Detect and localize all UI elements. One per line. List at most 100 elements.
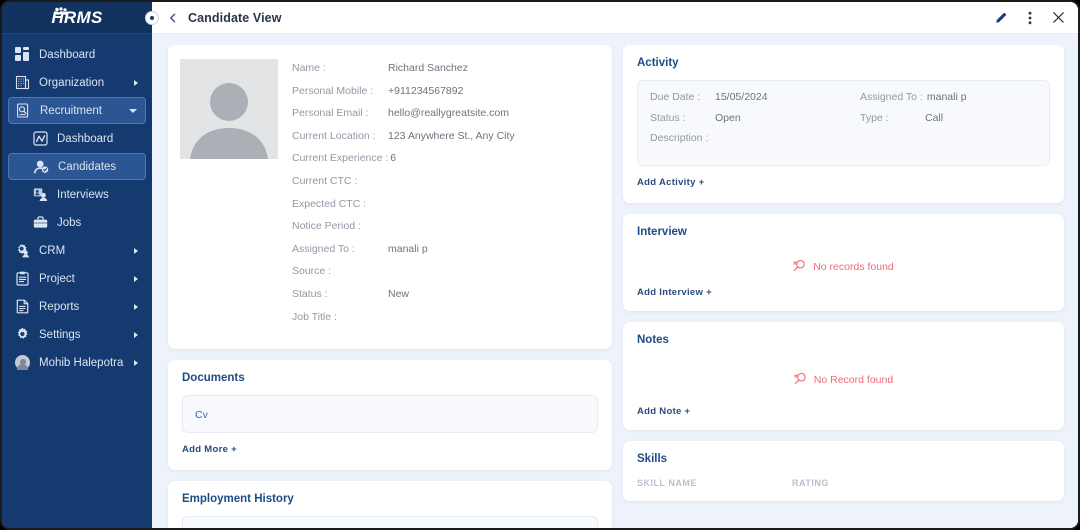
candidate-field-label: Personal Mobile : — [292, 84, 374, 97]
sidebar-item-label: Dashboard — [57, 132, 114, 145]
sidebar-logo-bar: HRMS — [2, 2, 159, 34]
chevron-right-icon[interactable] — [134, 331, 138, 338]
sidebar-item-recruitment[interactable]: Recruitment — [8, 97, 146, 124]
main-area: Candidate View Name: Richard Sanchez Pe… — [152, 2, 1078, 528]
candidate-field-value: Richard Sanchez — [388, 62, 468, 74]
documents-card: Documents Cv Add More + — [168, 360, 612, 471]
candidate-field-label: Name : — [292, 62, 326, 74]
sidebar-item-reports[interactable]: Reports — [8, 293, 146, 320]
document-item-cv[interactable]: Cv — [195, 409, 208, 421]
candidate-field-row: Assigned To : manali p — [292, 243, 598, 266]
employment-history-title: Employment History — [182, 493, 294, 506]
skills-column-rating: RATING — [792, 477, 829, 488]
candidate-field-label: Status : — [292, 287, 328, 300]
activity-status-label: Status : — [650, 111, 686, 124]
candidate-field-label: Notice Period : — [292, 220, 361, 233]
topbar-actions — [993, 10, 1066, 25]
sidebar-item-label: Settings — [39, 328, 81, 341]
candidate-field-row: Source : — [292, 265, 598, 288]
vertical-dots-icon[interactable] — [1022, 10, 1037, 25]
sidebar-item-label: Interviews — [57, 188, 109, 201]
sidebar-item-label: Project — [39, 272, 75, 285]
chart-wave-icon — [32, 130, 49, 147]
activity-status-value: Open — [715, 111, 741, 124]
candidate-field-list: Name : Richard Sanchez Personal Mobile : +9… — [292, 59, 598, 333]
sidebar-item-organization[interactable]: Organization — [8, 69, 146, 96]
sidebar-item-label: Candidates — [58, 160, 117, 173]
sidebar-item-mohib-halepotra[interactable]: Mohib Halepotra — [8, 349, 146, 376]
documents-title: Documents — [182, 372, 245, 385]
interview-empty-text: No records found — [813, 260, 894, 273]
interview-people-icon — [32, 186, 49, 203]
chevron-right-icon[interactable] — [134, 275, 138, 282]
skills-column-skill-name: SKILL NAME — [637, 477, 697, 488]
right-column: Activity Due Date : 15/05/2024 Assigned … — [623, 45, 1064, 528]
candidate-field-value: hello@reallygreatsite.com — [388, 107, 509, 120]
recruitment-search-doc-icon — [15, 102, 32, 119]
employment-history-row: Company : Borcelle Studio — [182, 516, 598, 528]
topbar: Candidate View — [152, 2, 1078, 34]
add-more-documents-link[interactable]: Add More + — [182, 444, 237, 455]
sidebar-item-crm[interactable]: CRM — [8, 237, 146, 264]
employment-history-card: Employment History Company : Borcelle St… — [168, 481, 612, 528]
sidebar-item-label: Reports — [39, 300, 80, 313]
assigned-to-value: manali p — [926, 91, 967, 103]
sidebar-item-label: Organization — [39, 76, 105, 89]
candidate-field-label: Source : — [292, 265, 332, 278]
collapse-sidebar-toggle[interactable] — [145, 11, 159, 25]
skills-card: Skills SKILL NAME RATING — [623, 440, 1064, 501]
search-x-icon — [794, 372, 807, 388]
building-icon — [14, 74, 31, 91]
crm-gear-people-icon — [14, 242, 31, 259]
candidate-details-card: Name : Richard Sanchez Personal Mobile : +9… — [168, 45, 612, 350]
candidate-field-row: Current Experience :6 — [292, 152, 598, 175]
chevron-down-icon[interactable] — [129, 108, 137, 113]
sidebar-item-project[interactable]: Project — [8, 265, 146, 292]
due-date-value: 15/05/2024 — [715, 91, 768, 103]
candidate-field-row: Personal Email : hello@reallygreatsite.co… — [292, 107, 598, 130]
briefcase-icon — [32, 214, 49, 231]
clipboard-icon — [14, 270, 31, 287]
activity-record: Due Date : 15/05/2024 Assigned To : mana… — [637, 80, 1050, 166]
chevron-right-icon[interactable] — [134, 247, 138, 254]
add-note-link[interactable]: Add Note + — [637, 406, 1050, 417]
user-avatar-icon — [14, 354, 31, 371]
company-value: Borcelle Studio — [260, 527, 331, 528]
pencil-icon[interactable] — [993, 10, 1008, 25]
close-x-icon[interactable] — [1051, 10, 1066, 25]
user-check-icon — [33, 158, 50, 175]
activity-type-label: Type : — [860, 111, 889, 124]
interview-card: Interview No records found Add Interview… — [623, 213, 1064, 311]
chevron-right-icon[interactable] — [134, 359, 138, 366]
candidate-field-label: Current CTC : — [292, 174, 358, 187]
application-window: HRMS Dashboard Organization Recruitment Das… — [0, 0, 1080, 530]
sidebar-item-interviews[interactable]: Interviews — [8, 181, 146, 208]
activity-title: Activity — [637, 57, 679, 69]
due-date-label: Due Date : — [650, 91, 701, 103]
chevron-right-icon[interactable] — [134, 303, 138, 310]
notes-empty-text: No Record found — [813, 374, 894, 386]
sidebar-item-dashboard[interactable]: Dashboard — [8, 125, 146, 152]
activity-type-value: Call — [925, 111, 944, 124]
interview-empty-state: No records found — [637, 249, 1050, 285]
sidebar-item-dashboard[interactable]: Dashboard — [8, 41, 146, 68]
search-x-icon — [793, 259, 806, 275]
activity-card: Activity Due Date : 15/05/2024 Assigned … — [623, 45, 1064, 203]
chevron-left-icon[interactable] — [166, 11, 180, 25]
candidate-field-label: Expected CTC : — [292, 197, 367, 210]
sidebar-item-candidates[interactable]: Candidates — [8, 153, 146, 180]
chevron-right-icon[interactable] — [134, 79, 138, 86]
add-interview-link[interactable]: Add Interview + — [637, 287, 1050, 298]
sidebar-item-settings[interactable]: Settings — [8, 321, 146, 348]
dashboard-grid-icon — [14, 46, 31, 63]
candidate-field-row: Status : New — [292, 288, 598, 311]
documents-list: Cv — [182, 395, 598, 434]
sidebar-item-jobs[interactable]: Jobs — [8, 209, 146, 236]
report-file-icon — [14, 298, 31, 315]
company-label: Company : — [195, 527, 260, 528]
candidate-field-label: Current Experience : — [292, 152, 389, 165]
candidate-field-label: Current Location : — [292, 129, 376, 142]
activity-description-label: Description : — [650, 132, 709, 144]
add-activity-link[interactable]: Add Activity + — [637, 177, 704, 188]
sidebar-item-label: Mohib Halepotra — [39, 356, 124, 369]
